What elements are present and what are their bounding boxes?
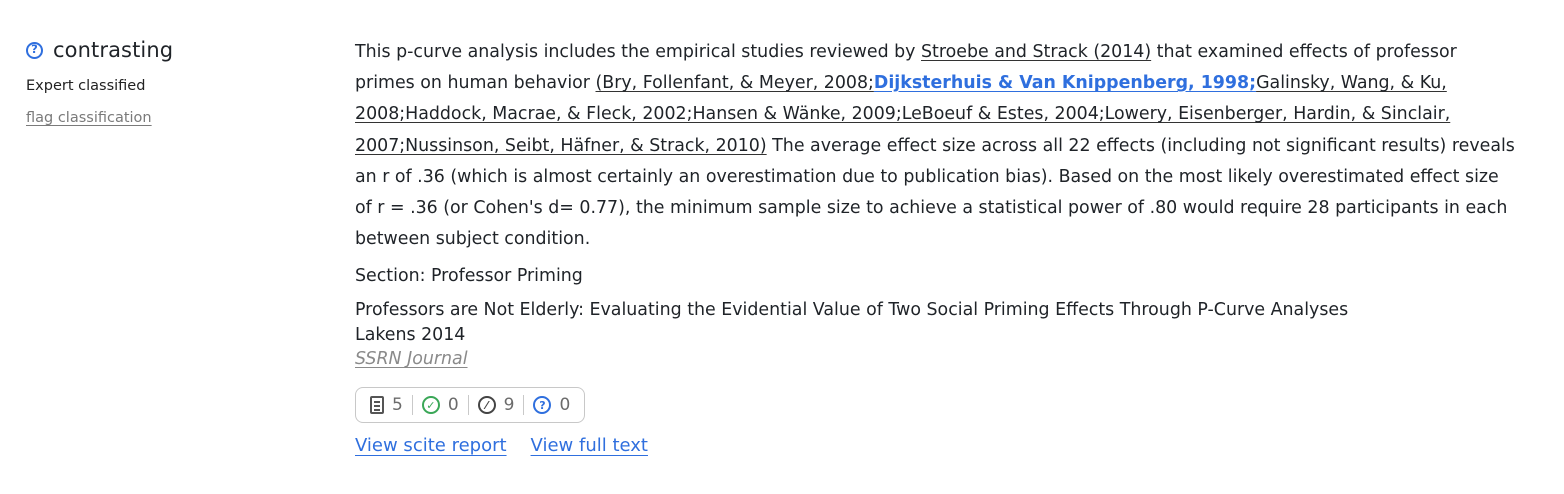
target-citation[interactable]: Dijksterhuis & Van Knippenberg, 1998; (874, 73, 1256, 93)
mentioning-value: 5 (392, 395, 403, 416)
check-circle-icon: ✓ (421, 396, 440, 415)
tally-divider (523, 395, 525, 416)
tally-divider (467, 395, 469, 416)
supporting-value: 0 (447, 395, 459, 416)
view-scite-report-link[interactable]: View scite report (355, 435, 507, 456)
document-icon (370, 396, 384, 415)
paper-title: Professors are Not Elderly: Evaluating t… (355, 300, 1349, 321)
mentioning-count: 5 (370, 395, 403, 415)
contrasting-count: ⁄ 9 (477, 395, 515, 416)
paper-authors: Lakens 2014 (355, 325, 466, 346)
classification-label: contrasting (53, 38, 174, 62)
classification-header: ? contrasting (26, 38, 326, 62)
contrasting-value: 9 (503, 395, 515, 416)
cited-reference-bry[interactable]: (Bry, Follenfant, & Meyer, 2008; (596, 73, 874, 93)
unclassified-count: ? 0 (533, 395, 570, 415)
unclassified-value: 0 (559, 395, 571, 416)
citation-card: ? contrasting Expert classified flag cla… (0, 0, 1564, 494)
tally-divider (411, 395, 413, 416)
classification-source: Expert classified (26, 78, 146, 94)
contrast-slash-icon: ⁄ (477, 396, 496, 415)
question-circle-icon: ? (533, 396, 552, 415)
action-links: View scite report View full text (355, 435, 1515, 456)
flag-classification-link[interactable]: flag classification (26, 110, 152, 126)
snippet-text-pre: This p-curve analysis includes the empir… (355, 42, 922, 62)
cited-reference-stroebe[interactable]: Stroebe and Strack (2014) (921, 42, 1151, 62)
supporting-count: ✓ 0 (421, 395, 459, 416)
journal-link[interactable]: SSRN Journal (355, 349, 468, 369)
view-full-text-link[interactable]: View full text (531, 435, 648, 456)
citation-tally[interactable]: 5 ✓ 0 ⁄ 9 ? 0 (355, 387, 586, 424)
question-circle-icon[interactable]: ? (26, 41, 43, 59)
citation-details: This p-curve analysis includes the empir… (355, 37, 1515, 456)
section-label: Section: Professor Priming (355, 266, 583, 287)
citation-snippet: This p-curve analysis includes the empir… (355, 37, 1515, 255)
classification-panel: ? contrasting Expert classified flag cla… (26, 38, 326, 126)
